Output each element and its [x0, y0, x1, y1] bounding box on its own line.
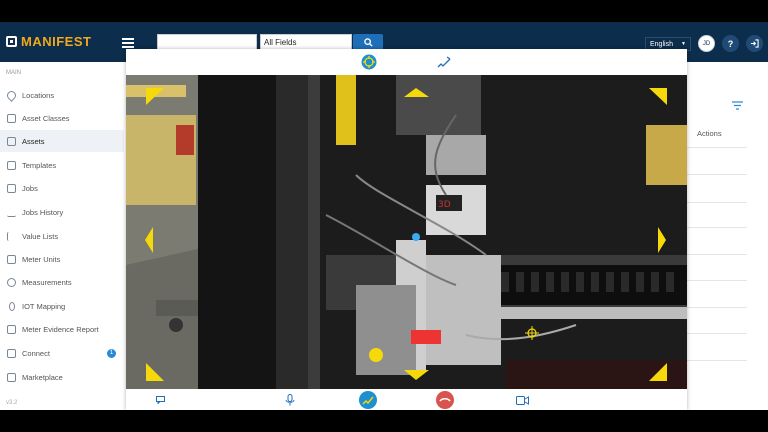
app-window: MANIFEST All Fields English ▼ JD ? MAIN … — [0, 22, 768, 410]
live-video-feed[interactable]: 3D — [126, 75, 687, 389]
clipboard-icon — [7, 183, 16, 193]
assets-icon — [7, 136, 16, 146]
user-avatar[interactable]: JD — [698, 35, 715, 52]
letterbox-top — [0, 0, 768, 22]
search-icon — [363, 38, 373, 47]
clock-icon — [7, 277, 16, 287]
sidebar-item-label: Marketplace — [22, 372, 63, 382]
table-row-divider — [687, 174, 747, 175]
crosshair-icon — [361, 54, 377, 70]
sidebar-item-templates[interactable]: Templates — [0, 154, 124, 176]
sidebar-item-label: Assets — [22, 136, 45, 146]
machine-camera-image: 3D — [126, 75, 687, 389]
sidebar-item-meter-evidence-report[interactable]: Meter Evidence Report — [0, 318, 124, 340]
store-icon — [7, 372, 16, 382]
location-pin-icon — [5, 88, 18, 102]
video-toolbar-top — [126, 49, 687, 75]
sidebar-item-label: Locations — [22, 90, 55, 100]
sidebar-item-measurements[interactable]: Measurements — [0, 271, 124, 293]
table-row-divider — [687, 254, 747, 255]
draw-button[interactable] — [435, 53, 453, 71]
language-label: English — [650, 40, 673, 48]
list-icon — [7, 231, 16, 241]
table-row-divider — [687, 227, 747, 228]
brand-name: MANIFEST — [21, 34, 92, 49]
letterbox-bottom — [0, 410, 768, 432]
sidebar-item-label: Value Lists — [22, 231, 59, 241]
sidebar-item-label: Connect — [22, 348, 50, 358]
table-row-divider — [687, 360, 747, 361]
brand-logo[interactable]: MANIFEST — [6, 34, 91, 49]
app-version: v3.2 — [6, 400, 18, 406]
camera-brand-label: 3D — [438, 200, 451, 210]
sidebar-section-label: MAIN — [6, 70, 21, 76]
sidebar-item-jobs[interactable]: Jobs — [0, 177, 124, 199]
sidebar-item-label: Asset Classes — [22, 113, 70, 123]
bulb-icon — [9, 301, 15, 311]
manifest-logo-icon — [6, 36, 17, 47]
crosshair-button[interactable] — [360, 53, 378, 71]
sidebar-item-asset-classes[interactable]: Asset Classes — [0, 107, 124, 129]
chat-button[interactable] — [151, 391, 169, 409]
hang-up-button[interactable] — [436, 391, 454, 409]
microphone-button[interactable] — [281, 391, 299, 409]
table-row-divider — [687, 202, 747, 203]
table-header-actions: Actions — [697, 129, 722, 138]
asset-classes-icon — [7, 113, 16, 123]
sidebar-item-label: Jobs — [22, 183, 38, 193]
sidebar-item-label: Jobs History — [22, 207, 64, 217]
filter-icon[interactable] — [732, 101, 743, 110]
sidebar-item-locations[interactable]: Locations — [0, 84, 124, 106]
meter-units-icon — [7, 254, 16, 264]
sidebar-item-marketplace[interactable]: Marketplace — [0, 366, 124, 388]
table-row-divider — [687, 280, 747, 281]
sidebar-item-meter-units[interactable]: Meter Units — [0, 248, 124, 270]
checklist-icon — [7, 324, 16, 334]
sidebar-item-value-lists[interactable]: Value Lists — [0, 225, 124, 247]
video-toolbar-bottom — [126, 389, 687, 410]
video-camera-icon — [515, 395, 529, 405]
table-row-divider — [687, 147, 747, 148]
annotate-button[interactable] — [359, 391, 377, 409]
sidebar: MAIN Locations Asset Classes Assets Temp… — [0, 62, 125, 410]
annotate-icon — [359, 391, 377, 409]
help-button[interactable]: ? — [722, 35, 739, 52]
sidebar-item-label: Measurements — [22, 277, 72, 287]
sidebar-item-iot-mapping[interactable]: IOT Mapping — [0, 295, 124, 317]
trend-chart-icon — [7, 208, 16, 217]
sidebar-item-label: Templates — [22, 160, 57, 170]
sidebar-item-label: Meter Evidence Report — [22, 324, 99, 334]
draw-pen-icon — [437, 56, 451, 68]
logout-button[interactable] — [746, 35, 763, 52]
chat-icon — [7, 348, 16, 358]
table-row-divider — [687, 333, 747, 334]
video-call-modal: 3D — [126, 49, 687, 410]
table-row-divider — [687, 307, 747, 308]
chat-icon — [155, 396, 165, 404]
chevron-down-icon: ▼ — [681, 41, 686, 47]
sidebar-item-label: IOT Mapping — [22, 301, 66, 311]
sidebar-item-connect[interactable]: Connect 1 — [0, 342, 124, 364]
microphone-icon — [285, 394, 295, 406]
sidebar-item-assets[interactable]: Assets — [0, 130, 124, 152]
logout-icon — [750, 39, 759, 48]
hamburger-menu-icon[interactable] — [122, 38, 134, 48]
video-camera-button[interactable] — [513, 391, 531, 409]
hang-up-icon — [436, 391, 454, 409]
book-icon — [7, 160, 16, 170]
sidebar-item-label: Meter Units — [22, 254, 61, 264]
sidebar-item-jobs-history[interactable]: Jobs History — [0, 201, 124, 223]
connect-badge: 1 — [107, 348, 116, 358]
